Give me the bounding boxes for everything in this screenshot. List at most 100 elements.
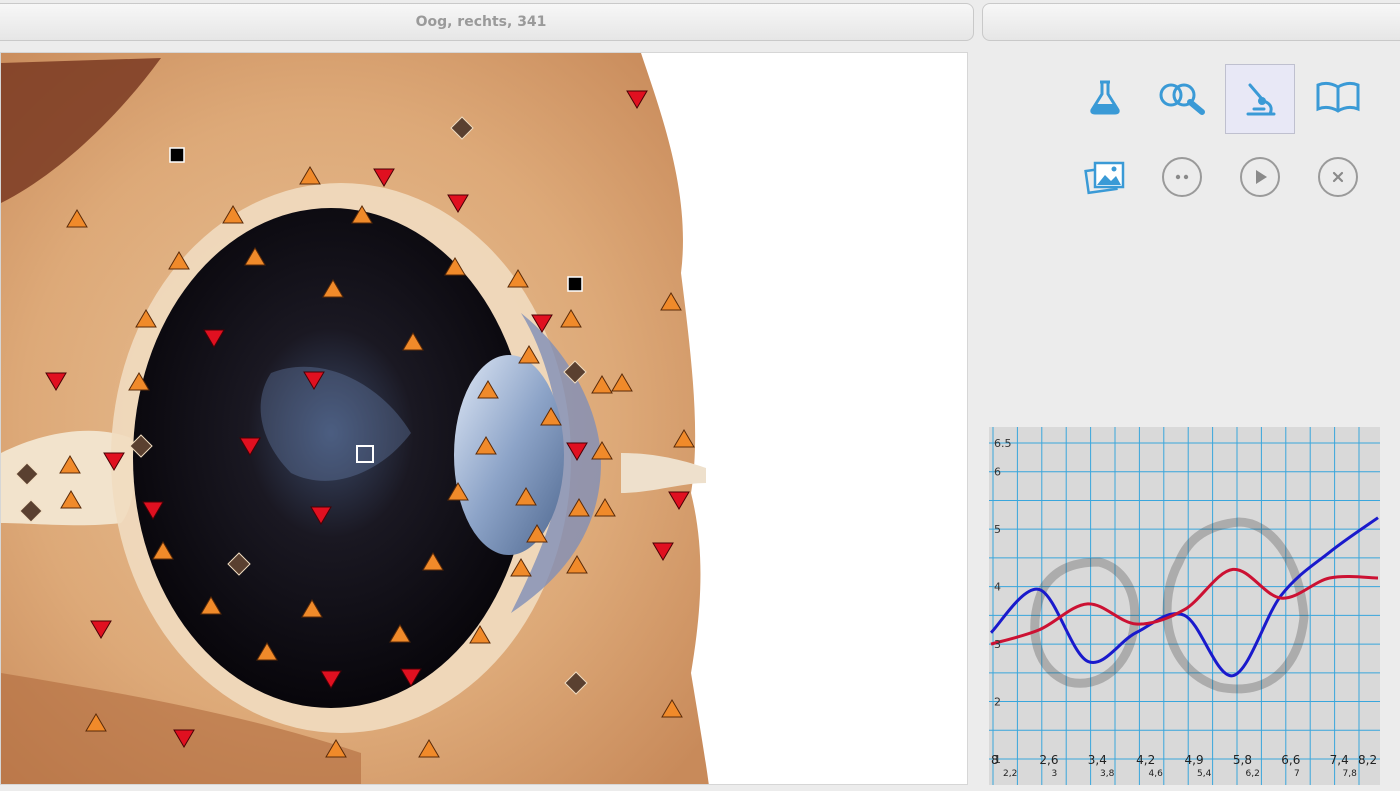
marker-triangle-up[interactable] [591, 375, 613, 394]
x-minor-tick-label: 7 [1294, 769, 1300, 779]
marker-triangle-down[interactable] [45, 372, 67, 391]
x-tick-label: 8 [991, 753, 999, 767]
marker-triangle-up[interactable] [510, 558, 532, 577]
marker-triangle-up[interactable] [469, 625, 491, 644]
play-icon [1240, 157, 1280, 197]
y-tick-label: 5 [994, 523, 1001, 536]
x-minor-tick-label: 7,8 [1343, 769, 1358, 779]
marker-triangle-up[interactable] [526, 524, 548, 543]
x-minor-tick-label: 2,2 [1003, 769, 1017, 779]
marker-triangle-down[interactable] [400, 668, 422, 687]
marker-triangle-up[interactable] [560, 309, 582, 328]
marker-triangle-up[interactable] [611, 373, 633, 392]
marker-triangle-up[interactable] [661, 699, 683, 718]
marker-triangle-up[interactable] [507, 269, 529, 288]
tools-panel-header [982, 3, 1400, 41]
marker-triangle-up[interactable] [389, 624, 411, 643]
marker-triangle-up[interactable] [325, 739, 347, 758]
marker-triangle-up[interactable] [591, 441, 613, 460]
marker-diamond[interactable] [15, 462, 39, 486]
marker-triangle-down[interactable] [303, 371, 325, 390]
marker-triangle-down[interactable] [626, 90, 648, 109]
marker-triangle-down[interactable] [320, 670, 342, 689]
marker-triangle-up[interactable] [85, 713, 107, 732]
marker-triangle-up[interactable] [256, 642, 278, 661]
marker-triangle-up[interactable] [594, 498, 616, 517]
close-button[interactable] [1303, 142, 1373, 212]
x-minor-tick-label: 6,2 [1246, 769, 1260, 779]
marker-triangle-down[interactable] [103, 452, 125, 471]
marker-square[interactable] [567, 276, 583, 292]
marker-triangle-up[interactable] [477, 380, 499, 399]
marker-triangle-down[interactable] [310, 506, 332, 525]
marker-square[interactable] [169, 147, 185, 163]
marker-triangle-up[interactable] [444, 257, 466, 276]
marker-triangle-down[interactable] [373, 168, 395, 187]
marker-triangle-down[interactable] [173, 729, 195, 748]
x-minor-tick-label: 4,6 [1149, 769, 1164, 779]
microscope-button[interactable] [1225, 64, 1295, 134]
marker-triangle-up[interactable] [475, 436, 497, 455]
images-button[interactable] [1070, 142, 1140, 212]
x-tick-label: 8,2 [1358, 753, 1377, 767]
marker-triangle-down[interactable] [531, 314, 553, 333]
marker-triangle-up[interactable] [540, 407, 562, 426]
x-minor-tick-label: 3 [1052, 769, 1058, 779]
marker-triangle-down[interactable] [203, 329, 225, 348]
marker-triangle-up[interactable] [566, 555, 588, 574]
y-tick-label: 2 [994, 696, 1001, 709]
marker-triangle-up[interactable] [673, 429, 695, 448]
marker-triangle-up[interactable] [422, 552, 444, 571]
marker-triangle-up[interactable] [351, 205, 373, 224]
search-link-button[interactable] [1147, 62, 1217, 132]
marker-triangle-up[interactable] [322, 279, 344, 298]
marker-triangle-up[interactable] [447, 482, 469, 501]
marker-diamond[interactable] [450, 116, 474, 140]
marker-square-open[interactable] [356, 445, 374, 463]
marker-triangle-down[interactable] [239, 437, 261, 456]
marker-triangle-up[interactable] [299, 166, 321, 185]
marker-triangle-down[interactable] [142, 501, 164, 520]
marker-triangle-up[interactable] [301, 599, 323, 618]
marker-triangle-up[interactable] [402, 332, 424, 351]
marker-triangle-up[interactable] [518, 345, 540, 364]
marker-triangle-down[interactable] [566, 442, 588, 461]
marker-triangle-up[interactable] [168, 251, 190, 270]
marker-triangle-up[interactable] [660, 292, 682, 311]
marker-triangle-down[interactable] [652, 542, 674, 561]
marker-diamond[interactable] [19, 499, 43, 523]
marker-triangle-up[interactable] [418, 739, 440, 758]
marker-triangle-up[interactable] [244, 247, 266, 266]
marker-triangle-up[interactable] [66, 209, 88, 228]
marker-triangle-down[interactable] [668, 491, 690, 510]
x-tick-label: 6,6 [1281, 753, 1300, 767]
marker-diamond[interactable] [564, 671, 588, 695]
marker-triangle-down[interactable] [447, 194, 469, 213]
marker-triangle-down[interactable] [90, 620, 112, 639]
book-button[interactable] [1303, 62, 1373, 132]
marker-triangle-up[interactable] [60, 490, 82, 509]
x-minor-tick-label: 5,4 [1197, 769, 1212, 779]
search-link-icon [1159, 83, 1205, 115]
play-button[interactable] [1225, 142, 1295, 212]
marker-diamond[interactable] [129, 434, 153, 458]
x-tick-label: 4,9 [1185, 753, 1204, 767]
marker-triangle-up[interactable] [135, 309, 157, 328]
marker-diamond[interactable] [227, 552, 251, 576]
flask-icon [1090, 80, 1120, 115]
marker-diamond[interactable] [563, 360, 587, 384]
marker-triangle-up[interactable] [515, 487, 537, 506]
flask-button[interactable] [1070, 62, 1140, 132]
marker-triangle-up[interactable] [152, 541, 174, 560]
x-minor-tick-label: 3,8 [1100, 769, 1115, 779]
anatomy-image-viewer[interactable] [0, 52, 968, 785]
marker-triangle-up[interactable] [128, 372, 150, 391]
more-button[interactable] [1147, 142, 1217, 212]
marker-triangle-up[interactable] [200, 596, 222, 615]
marker-triangle-up[interactable] [59, 455, 81, 474]
image-title: Oog, rechts, 341 [415, 14, 547, 30]
marker-triangle-up[interactable] [222, 205, 244, 224]
marker-triangle-up[interactable] [568, 498, 590, 517]
image-panel-header: Oog, rechts, 341 [0, 3, 974, 41]
microscope-icon [1246, 83, 1276, 116]
